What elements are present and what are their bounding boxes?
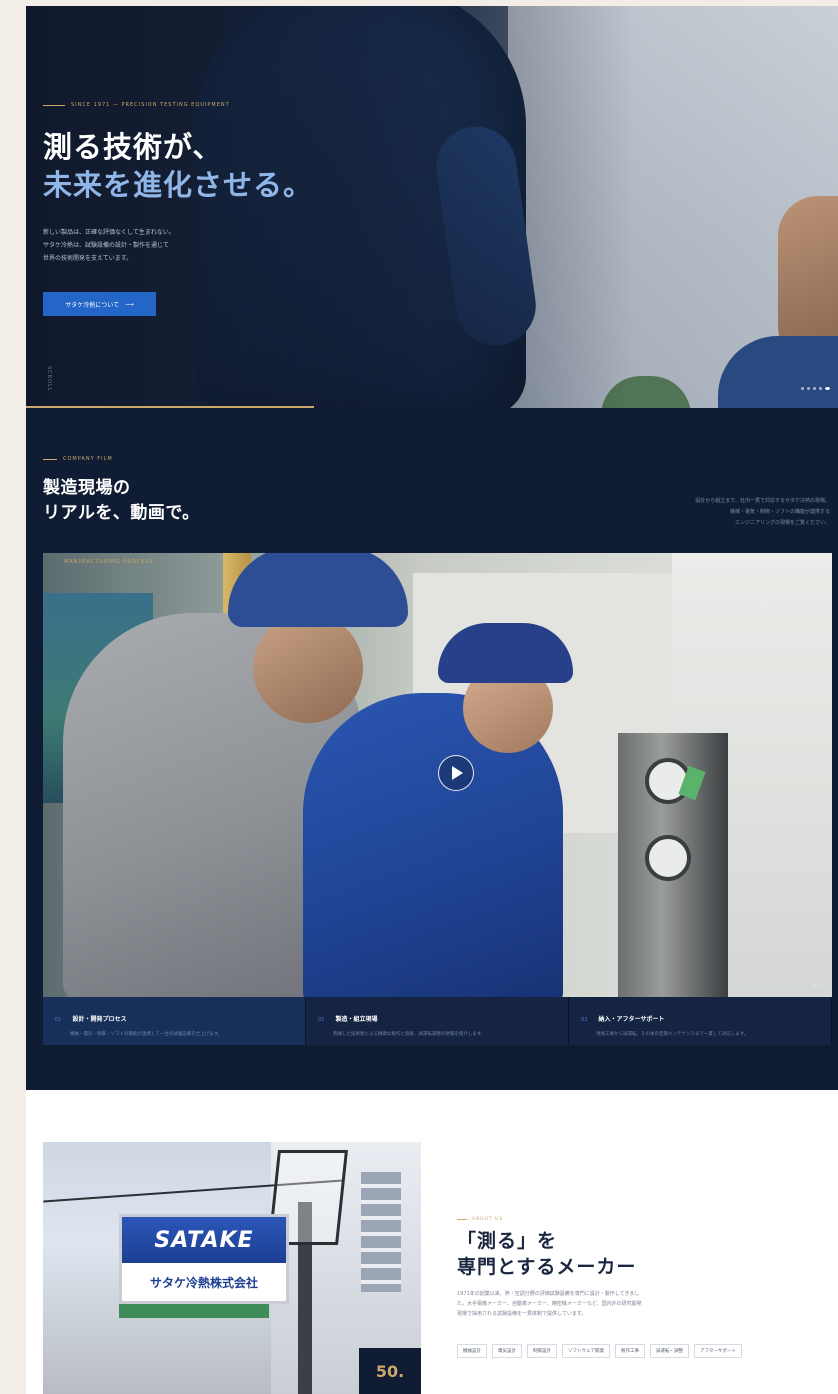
signboard-green-strip [119, 1304, 269, 1318]
eyebrow-line [43, 458, 57, 460]
process-step-description: 機械・電気・制御・ソフトの職能が連携して一台の試験設備を仕上げます。 [70, 1032, 223, 1037]
about-desc-line2: た。大手電機メーカー、自動車メーカー、精密機メーカーなど、国内外の研究開発 [457, 1301, 642, 1307]
about-title-line2: 専門とするメーカー [457, 1256, 637, 1278]
video-duration: 3:24 [812, 983, 824, 989]
video-photo-worker-1-cap [228, 553, 408, 627]
eyebrow-line [457, 1219, 467, 1220]
about-company-button[interactable]: サタケ冷熱について ⟶ [43, 292, 156, 316]
hero-description: 新しい製品は、正確な評価なくして生まれない。 サタケ冷熱は、試験設備の設計・製作… [43, 226, 263, 265]
video-photo-gauge [645, 835, 691, 881]
hero-title-line2: 未来を進化させる。 [43, 168, 314, 202]
satake-logo: SATAKE [122, 1217, 286, 1263]
signboard-company-name: サタケ冷熱株式会社 [149, 1275, 258, 1290]
process-step-title: 製造・組立現場 [335, 1016, 378, 1023]
film-eyebrow-text: COMPANY FILM [63, 456, 113, 462]
process-step-header: 02 製造・組立現場 [318, 1006, 556, 1025]
about-company-button-label: サタケ冷熱について [65, 301, 120, 309]
slider-dot[interactable] [819, 387, 822, 390]
about-section: SATAKE サタケ冷熱株式会社 50. ABOUT US 「測る」を 専門とす… [26, 1090, 838, 1394]
about-title-line1: 「測る」を [457, 1230, 558, 1252]
slider-dot[interactable] [813, 387, 816, 390]
about-description: 1971年の創業以来、熱・空調分野の評価試験設備を専門に設計・製作してきまし た… [457, 1289, 717, 1319]
film-desc-line2: 機械・電気・制御・ソフトの職能が連携する [729, 509, 830, 515]
process-step-number: 03 [581, 1017, 588, 1023]
about-eyebrow-text: ABOUT US [472, 1217, 504, 1222]
hero-desc-line2: サタケ冷熱は、試験設備の設計・製作を通じて [43, 242, 170, 249]
video-photo-worker-1-face [253, 613, 363, 723]
video-photo-worker-2-cap [438, 623, 573, 683]
about-eyebrow: ABOUT US [457, 1217, 503, 1222]
process-step-3[interactable]: 03 納入・アフターサポート 現地工事から試運転、その後の定期メンテナンスまで一… [569, 997, 832, 1045]
process-step-description: 現地工事から試運転、その後の定期メンテナンスまで一貫して対応します。 [596, 1032, 749, 1037]
film-description: 設計から組立まで、社内一貫で対応するサタケ冷熱の現場。 機械・電気・制御・ソフト… [610, 496, 830, 529]
page-gutter [0, 0, 26, 1394]
hero-slider-dots [801, 387, 830, 390]
company-signboard: SATAKE サタケ冷熱株式会社 [119, 1214, 289, 1304]
hero-overlay [26, 6, 838, 408]
process-step-number: 02 [318, 1017, 325, 1023]
service-tag: 制御設計 [527, 1344, 557, 1358]
process-step-header: 01 設計・開発プロセス [55, 1006, 293, 1025]
film-title: 製造現場の リアルを、動画で。 [43, 476, 343, 526]
photo-windows [361, 1172, 401, 1292]
about-title: 「測る」を 専門とするメーカー [457, 1228, 757, 1280]
eyebrow-line [43, 104, 65, 106]
about-desc-line1: 1971年の創業以来、熱・空調分野の評価試験設備を専門に設計・製作してきまし [457, 1291, 640, 1297]
service-tag: 製作工事 [615, 1344, 645, 1358]
video-label: MANUFACTURING PROCESS [64, 559, 154, 565]
company-film-section: COMPANY FILM 製造現場の リアルを、動画で。 設計から組立まで、社内… [26, 408, 838, 1090]
service-tag: ソフトウェア開発 [562, 1344, 610, 1358]
hero-section: SINCE 1971 — PRECISION TESTING EQUIPMENT… [26, 6, 838, 408]
hero-title: 測る技術が、 未来を進化させる。 [43, 128, 313, 204]
service-tag: アフターサポート [694, 1344, 742, 1358]
film-desc-line3: エンジニアリングの現場をご覧ください。 [734, 520, 830, 526]
process-step-1[interactable]: 01 設計・開発プロセス 機械・電気・制御・ソフトの職能が連携して一台の試験設備… [43, 997, 306, 1045]
hero-title-line1: 測る技術が、 [43, 130, 223, 164]
hero-desc-line3: 世界の技術開発を支えています。 [43, 255, 133, 262]
film-eyebrow: COMPANY FILM [43, 456, 113, 462]
service-tag: 電気設計 [492, 1344, 522, 1358]
process-steps: 01 設計・開発プロセス 機械・電気・制御・ソフトの職能が連携して一台の試験設備… [43, 997, 832, 1045]
film-desc-line1: 設計から組立まで、社内一貫で対応するサタケ冷熱の現場。 [695, 498, 830, 504]
process-step-number: 01 [55, 1017, 62, 1023]
hero-eyebrow: SINCE 1971 — PRECISION TESTING EQUIPMENT [43, 102, 230, 108]
arrow-right-icon: ⟶ [125, 300, 134, 308]
service-tag: 試運転・調整 [650, 1344, 689, 1358]
process-step-header: 03 納入・アフターサポート [581, 1006, 819, 1025]
process-step-description: 熟練した技術者による精緻な製作と溶接、試運転調整の現場を紹介します。 [333, 1032, 486, 1037]
about-desc-line3: 現場で採用される試験設備を一貫体制で提供しています。 [457, 1311, 587, 1317]
hero-eyebrow-text: SINCE 1971 — PRECISION TESTING EQUIPMENT [71, 102, 230, 108]
scroll-indicator: SCROLL [46, 366, 52, 392]
film-title-line1: 製造現場の [43, 478, 131, 498]
service-tag: 機械設計 [457, 1344, 487, 1358]
process-step-2[interactable]: 02 製造・組立現場 熟練した技術者による精緻な製作と溶接、試運転調整の現場を紹… [306, 997, 569, 1045]
film-title-line2: リアルを、動画で。 [43, 503, 200, 523]
process-step-title: 設計・開発プロセス [72, 1016, 127, 1023]
slider-dot-active[interactable] [825, 387, 830, 390]
play-button[interactable] [438, 755, 474, 791]
process-step-title: 納入・アフターサポート [598, 1016, 665, 1023]
slider-dot[interactable] [807, 387, 810, 390]
video-player[interactable]: MANUFACTURING PROCESS 3:24 [43, 553, 832, 997]
page: SINCE 1971 — PRECISION TESTING EQUIPMENT… [0, 0, 838, 1394]
play-icon [452, 766, 463, 780]
hero-desc-line1: 新しい製品は、正確な評価なくして生まれない。 [43, 229, 175, 236]
service-tags: 機械設計 電気設計 制御設計 ソフトウェア開発 製作工事 試運転・調整 アフター… [457, 1344, 742, 1358]
anniversary-badge: 50. [359, 1348, 421, 1394]
company-sign-photo: SATAKE サタケ冷熱株式会社 50. [43, 1142, 421, 1394]
slider-dot[interactable] [801, 387, 804, 390]
